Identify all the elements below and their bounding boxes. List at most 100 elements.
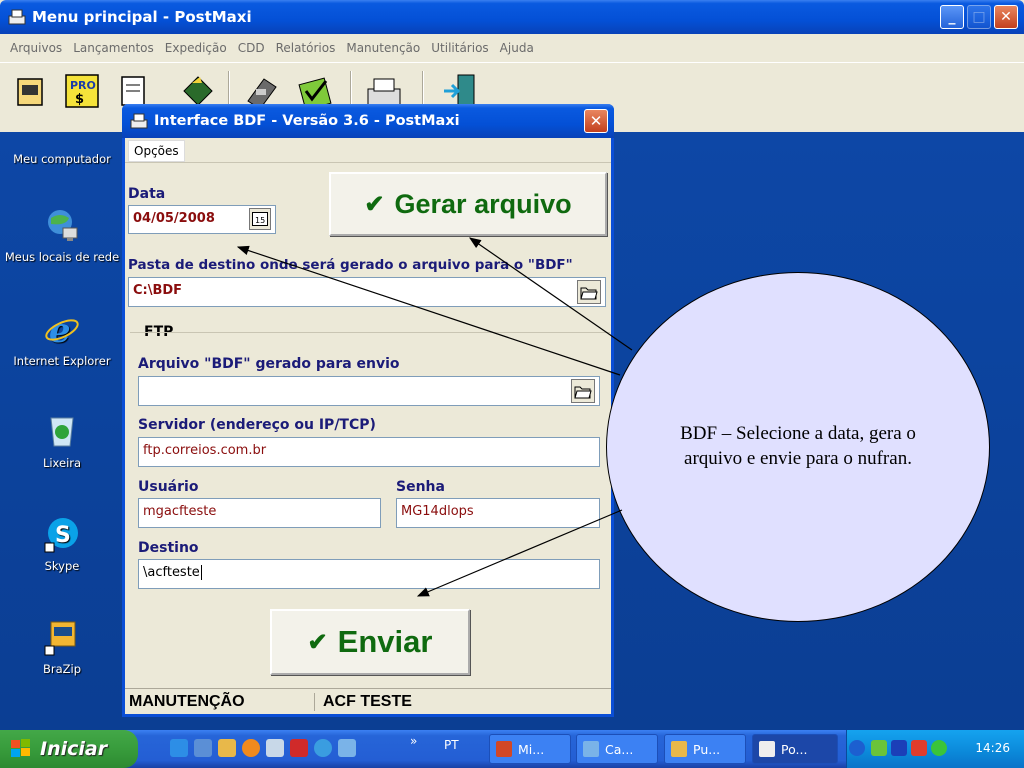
tray-user-icon[interactable] — [931, 740, 947, 756]
quicklaunch-doc-icon[interactable] — [266, 739, 284, 757]
quicklaunch-folder-icon[interactable] — [218, 739, 236, 757]
tray-media-icon[interactable] — [891, 740, 907, 756]
menu-expedicao[interactable]: Expedição — [165, 41, 227, 55]
svg-text:PRO: PRO — [70, 79, 96, 92]
pro-money-toolbar-icon[interactable]: PRO $ — [62, 71, 102, 113]
quicklaunch-media-icon[interactable] — [242, 739, 260, 757]
printer-app-icon — [130, 113, 148, 129]
destination-field[interactable]: \acfteste — [138, 559, 600, 589]
status-bar: MANUTENÇÃO ACF TESTE — [125, 688, 611, 714]
document-toolbar-icon[interactable] — [12, 71, 52, 113]
menu-manutencao[interactable]: Manutenção — [346, 41, 420, 55]
quicklaunch-notes-icon[interactable] — [338, 739, 356, 757]
menu-arquivos[interactable]: Arquivos — [10, 41, 62, 55]
taskbar: Iniciar » PT Mi... Ca... Pu... Po... 14:… — [0, 730, 1024, 768]
bdf-dialog: Interface BDF - Versão 3.6 - PostMaxi ✕ … — [122, 104, 614, 717]
browse-folder-button[interactable] — [577, 280, 601, 304]
menu-ajuda[interactable]: Ajuda — [500, 41, 534, 55]
server-field[interactable]: ftp.correios.com.br — [138, 437, 600, 467]
tray-shield-icon[interactable] — [871, 740, 887, 756]
menu-cdd[interactable]: CDD — [238, 41, 265, 55]
taskbar-item-2[interactable]: Ca... — [576, 734, 658, 764]
taskbar-item-label: Po... — [781, 741, 808, 757]
calendar-button[interactable]: 15 — [249, 208, 271, 230]
date-value: 04/05/2008 — [133, 211, 215, 226]
bdf-file-field[interactable] — [138, 376, 600, 406]
password-field[interactable]: MG14dlops — [396, 498, 600, 528]
quicklaunch-browser-icon[interactable] — [314, 739, 332, 757]
menu-opcoes[interactable]: Opções — [128, 140, 185, 162]
chevron-expand-icon[interactable]: » — [410, 734, 417, 748]
close-icon: ✕ — [589, 112, 603, 130]
annotation-bubble: BDF – Selecione a data, gera o arquivo e… — [606, 272, 990, 622]
desktop-icon-label: BraZip — [42, 662, 82, 676]
windows-logo-icon — [11, 739, 30, 757]
dest-folder-field[interactable]: C:\BDF — [128, 277, 606, 307]
quicklaunch-network-icon[interactable] — [194, 739, 212, 757]
generate-file-button[interactable]: ✔ Gerar arquivo — [329, 172, 607, 236]
password-label: Senha — [396, 479, 445, 495]
desktop-icon-label: Internet Explorer — [13, 354, 111, 368]
tray-back-icon[interactable] — [849, 740, 865, 756]
user-field[interactable]: mgacfteste — [138, 498, 381, 528]
taskbar-item-1[interactable]: Mi... — [489, 734, 571, 764]
server-label: Servidor (endereço ou IP/TCP) — [138, 417, 376, 433]
language-indicator[interactable]: PT — [444, 738, 459, 752]
taskbar-item-label: Mi... — [518, 741, 545, 757]
password-value: MG14dlops — [401, 504, 474, 519]
start-button[interactable]: Iniciar — [0, 730, 138, 768]
desktop-icon-brazip[interactable]: BraZip — [0, 618, 124, 676]
dialog-close-button[interactable]: ✕ — [584, 109, 608, 133]
network-icon — [583, 741, 599, 757]
taskbar-item-3[interactable]: Pu... — [664, 734, 746, 764]
folder-icon — [671, 741, 687, 757]
minimize-button[interactable]: _ — [940, 5, 964, 29]
svg-text:15: 15 — [255, 216, 265, 225]
folder-open-icon — [580, 287, 598, 300]
tray-colors-icon[interactable] — [911, 740, 927, 756]
user-label: Usuário — [138, 479, 199, 495]
desktop-icon-network-places[interactable]: Meus locais de rede — [0, 206, 124, 264]
desktop-icon-my-computer[interactable]: Meu computador — [0, 132, 124, 166]
menu-lancamentos[interactable]: Lançamentos — [73, 41, 154, 55]
send-button[interactable]: ✔ Enviar — [270, 609, 470, 675]
date-label: Data — [128, 186, 166, 202]
printer-app-icon — [8, 9, 26, 25]
close-icon: ✕ — [1000, 9, 1012, 25]
clock[interactable]: 14:26 — [975, 741, 1010, 755]
main-menubar: Arquivos Lançamentos Expedição CDD Relat… — [0, 36, 534, 60]
svg-text:e: e — [49, 311, 71, 348]
destination-value: \acfteste — [143, 565, 200, 580]
recycle-bin-icon — [50, 417, 74, 447]
menu-relatorios[interactable]: Relatórios — [276, 41, 336, 55]
generate-file-label: Gerar arquivo — [394, 188, 572, 219]
dest-folder-label: Pasta de destino onde será gerado o arqu… — [128, 257, 573, 273]
main-window-titlebar[interactable]: Menu principal - PostMaxi _ □ ✕ — [0, 0, 1024, 34]
system-tray: 14:26 — [846, 730, 1024, 768]
desktop-icon-recycle-bin[interactable]: Lixeira — [0, 412, 124, 470]
desktop-icon-internet-explorer[interactable]: e Internet Explorer — [0, 310, 124, 368]
calendar-icon: 15 — [252, 212, 268, 226]
server-value: ftp.correios.com.br — [143, 443, 267, 458]
browse-file-button[interactable] — [571, 379, 595, 403]
quicklaunch-ie-icon[interactable] — [170, 739, 188, 757]
dialog-title: Interface BDF - Versão 3.6 - PostMaxi — [154, 113, 460, 129]
main-window-title: Menu principal - PostMaxi — [32, 8, 252, 26]
desktop-icon-skype[interactable]: S Skype — [0, 515, 124, 573]
taskbar-item-label: Pu... — [693, 741, 721, 757]
maximize-icon: □ — [972, 9, 986, 25]
taskbar-item-4[interactable]: Po... — [752, 734, 838, 764]
dialog-titlebar[interactable]: Interface BDF - Versão 3.6 - PostMaxi ✕ — [122, 104, 614, 138]
status-company: ACF TESTE — [323, 692, 412, 710]
printer-app-icon — [759, 741, 775, 757]
close-button[interactable]: ✕ — [994, 5, 1018, 29]
network-places-icon — [48, 210, 78, 241]
status-module: MANUTENÇÃO — [125, 692, 315, 711]
text-caret — [200, 565, 202, 580]
menu-utilitarios[interactable]: Utilitários — [431, 41, 488, 55]
dest-folder-value: C:\BDF — [133, 283, 183, 298]
maximize-button[interactable]: □ — [967, 5, 991, 29]
quicklaunch-app-icon[interactable] — [290, 739, 308, 757]
annotation-text: BDF – Selecione a data, gera o arquivo e… — [680, 423, 916, 469]
checkmark-icon: ✔ — [364, 190, 385, 218]
